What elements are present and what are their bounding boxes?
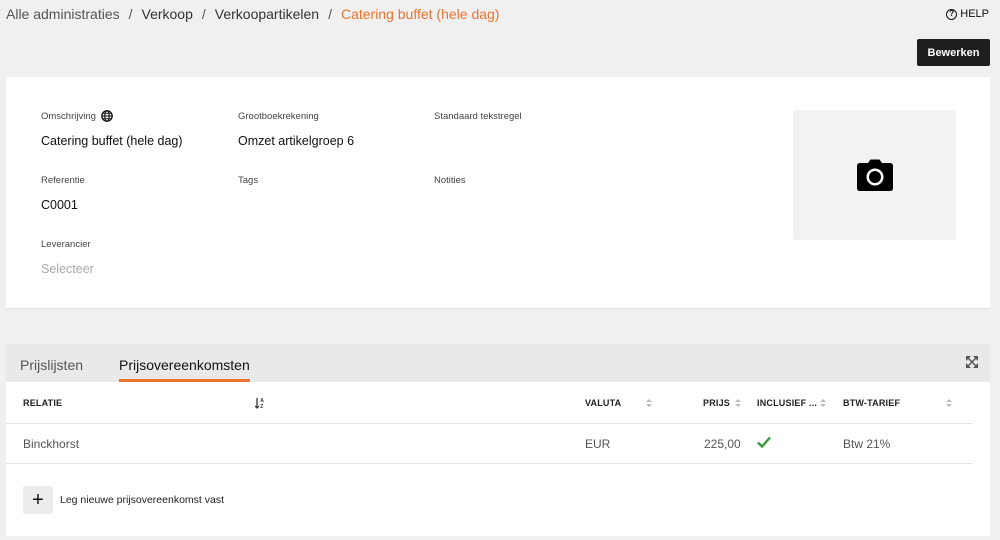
field-label: Leverancier — [41, 238, 91, 250]
field-label: Standaard tekstregel — [434, 110, 522, 122]
field-label: Tags — [238, 174, 259, 186]
field-value: C0001 — [41, 198, 78, 212]
field-notities: Notities — [434, 174, 466, 186]
table-header: RELATIE A Z VALUTA PRIJS INCLUSIEF ... B… — [6, 382, 973, 424]
field-label: Grootboekrekening — [238, 110, 319, 122]
cell-valuta: EUR — [585, 437, 611, 451]
sort-icon[interactable] — [645, 397, 653, 409]
sort-icon[interactable] — [945, 397, 953, 409]
article-details-card: Omschrijving Catering buffet (hele dag) … — [6, 77, 990, 309]
breadcrumb: Alle administraties / Verkoop / Verkoopa… — [6, 6, 499, 22]
cell-relatie: Binckhorst — [23, 437, 80, 451]
breadcrumb-separator: / — [201, 6, 206, 22]
breadcrumb-separator: / — [328, 6, 332, 22]
tab-prijslijsten[interactable]: Prijslijsten — [20, 344, 83, 382]
cell-prijs: 225,00 — [704, 437, 741, 451]
column-header-prijs[interactable]: PRIJS — [703, 398, 730, 408]
breadcrumb-current: Catering buffet (hele dag) — [340, 6, 500, 22]
field-label: Referentie — [41, 174, 85, 186]
field-leverancier: Leverancier Selecteer — [41, 238, 94, 277]
globe-icon[interactable] — [101, 110, 113, 122]
price-agreements-panel: Prijslijsten Prijsovereenkomsten RELATIE… — [6, 344, 990, 536]
column-header-btw-tarief[interactable]: BTW-TARIEF — [843, 398, 900, 408]
tab-bar: Prijslijsten Prijsovereenkomsten — [6, 344, 990, 382]
breadcrumb-item-sales[interactable]: Verkoop — [142, 6, 193, 22]
field-value: Catering buffet (hele dag) — [41, 134, 183, 148]
field-standaard-tekstregel: Standaard tekstregel — [434, 110, 522, 122]
column-header-valuta[interactable]: VALUTA — [585, 398, 621, 408]
sort-icon[interactable] — [819, 397, 827, 409]
column-header-relatie[interactable]: RELATIE — [23, 398, 62, 408]
add-price-agreement-label[interactable]: Leg nieuwe prijsovereenkomst vast — [60, 494, 224, 506]
edit-button[interactable]: Bewerken — [917, 39, 990, 66]
add-price-agreement-row: + Leg nieuwe prijsovereenkomst vast — [23, 486, 224, 514]
camera-icon — [856, 159, 893, 191]
field-label: Notities — [434, 174, 466, 186]
photo-upload[interactable] — [793, 110, 956, 240]
add-price-agreement-button[interactable]: + — [23, 486, 53, 514]
check-icon — [757, 436, 771, 448]
help-label: HELP — [960, 8, 989, 20]
breadcrumb-separator: / — [128, 6, 133, 22]
field-omschrijving: Omschrijving Catering buffet (hele dag) — [41, 110, 183, 148]
field-referentie: Referentie C0001 — [41, 174, 85, 213]
expand-icon[interactable] — [966, 356, 978, 368]
table-row[interactable]: Binckhorst EUR 225,00 Btw 21% — [6, 424, 973, 464]
field-tags: Tags — [238, 174, 258, 186]
plus-icon: + — [32, 488, 44, 511]
supplier-select[interactable]: Selecteer — [41, 262, 94, 276]
tab-prijsovereenkomsten[interactable]: Prijsovereenkomsten — [119, 344, 250, 382]
breadcrumb-item-all-administrations[interactable]: Alle administraties — [6, 6, 120, 22]
breadcrumb-item-sales-articles[interactable]: Verkoopartikelen — [215, 6, 319, 22]
column-header-inclusief[interactable]: INCLUSIEF ... — [757, 398, 817, 408]
sort-az-icon[interactable]: A Z — [255, 397, 265, 409]
svg-text:Z: Z — [260, 404, 263, 409]
cell-btw-tarief: Btw 21% — [843, 437, 891, 451]
field-grootboekrekening: Grootboekrekening Omzet artikelgroep 6 — [238, 110, 355, 149]
field-value: Omzet artikelgroep 6 — [238, 134, 355, 148]
field-label: Omschrijving — [41, 110, 96, 122]
help-link[interactable]: ? HELP — [946, 8, 989, 20]
question-circle-icon: ? — [946, 8, 958, 20]
sort-icon[interactable] — [734, 397, 742, 409]
